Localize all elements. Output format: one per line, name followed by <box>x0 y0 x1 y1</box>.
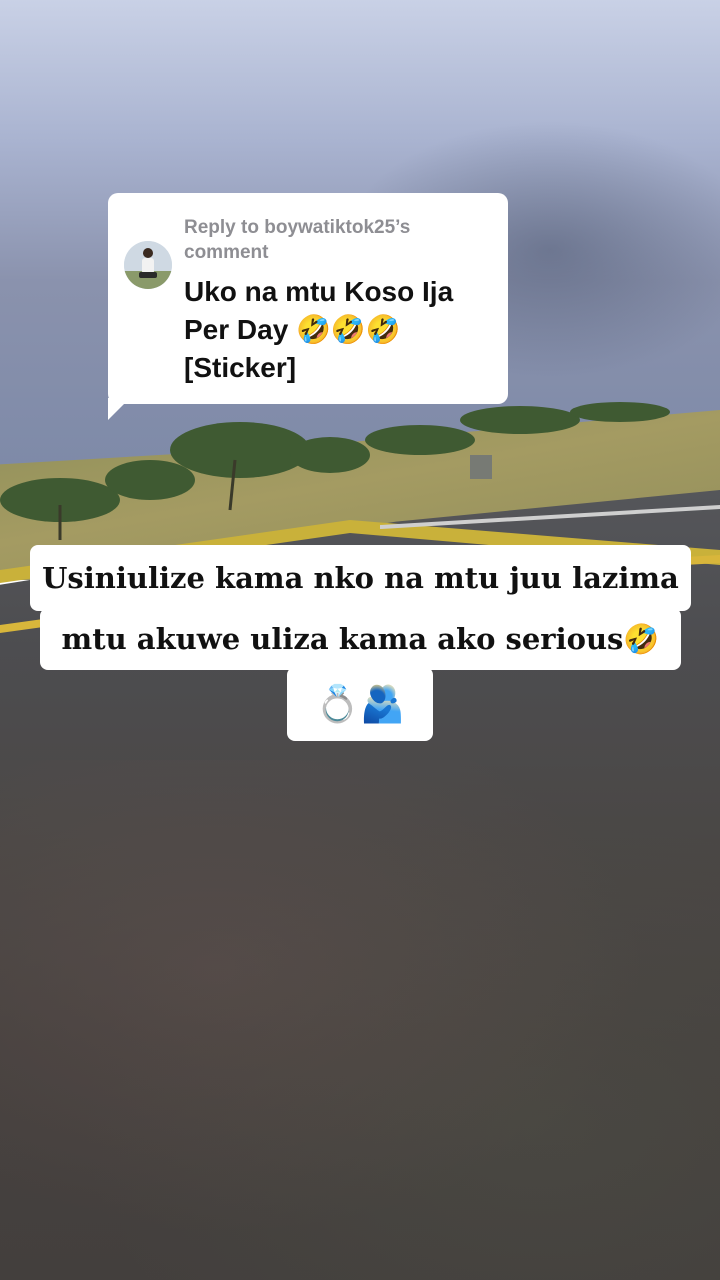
reply-comment-text: Uko na mtu Koso Ija Per Day 🤣🤣🤣 [Sticker… <box>184 276 454 383</box>
reply-bubble-tail <box>108 398 130 420</box>
caption-line-2: mtu akuwe uliza kama ako serious🤣 <box>40 608 681 670</box>
caption-line-1: Usiniulize kama nko na mtu juu lazima <box>30 545 691 611</box>
road-texture <box>0 760 720 1280</box>
reply-to-label: Reply to boywatiktok25’s comment <box>184 217 411 263</box>
reply-comment-card[interactable]: Reply to boywatiktok25’s comment Uko na … <box>108 193 508 404</box>
avatar[interactable] <box>124 241 172 289</box>
caption-line-3: 💍🫂 <box>287 667 433 741</box>
